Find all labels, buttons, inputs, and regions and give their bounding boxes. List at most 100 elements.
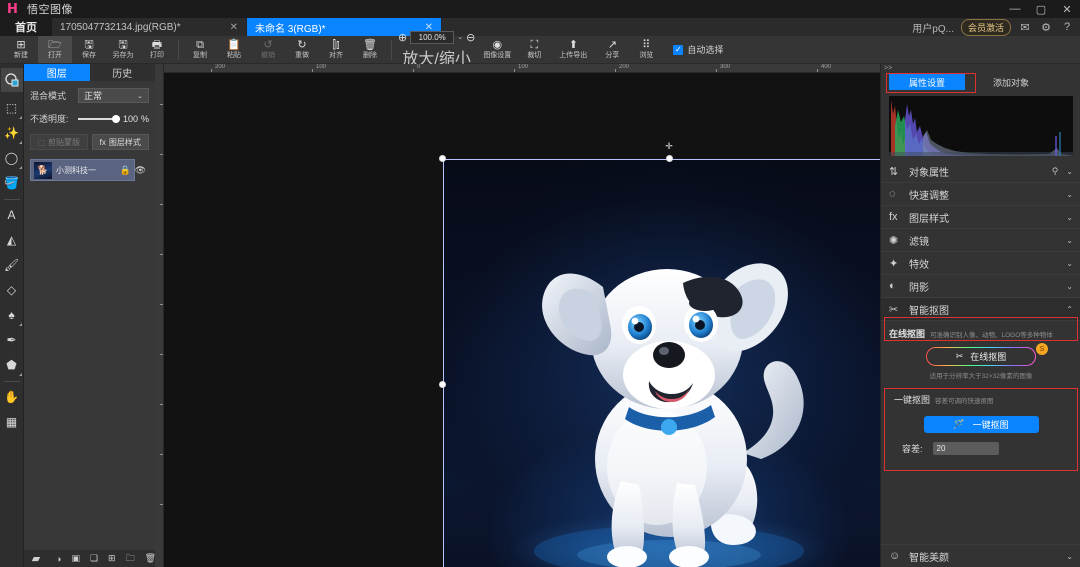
lasso-tool[interactable]: ◯ — [1, 146, 23, 170]
add-layer-icon[interactable]: ⊞ — [108, 553, 116, 564]
minimize-button[interactable]: — — [1002, 0, 1028, 18]
maximize-button[interactable]: ▢ — [1028, 0, 1054, 18]
zoom-in-icon[interactable]: ⊕ — [398, 31, 407, 44]
adjustment-layer-icon[interactable]: ◑ — [56, 554, 61, 564]
ruler-tick-label: 200 — [619, 64, 630, 70]
document-canvas[interactable]: ✛ — [439, 142, 898, 567]
trash-icon: 🗑 — [363, 38, 377, 51]
gear-icon[interactable]: ⚙ — [1039, 21, 1053, 34]
blend-mode-select[interactable]: 正常 ⌄ — [78, 88, 149, 103]
toolbar-align-button[interactable]: ⫿⫾ 对齐 — [319, 36, 353, 63]
eye-icon[interactable]: 👁 — [135, 165, 146, 176]
tool-corner-marker — [18, 116, 22, 119]
paint-bucket-tool[interactable]: 🪣 — [1, 171, 23, 195]
pen-tool[interactable]: ✒ — [1, 328, 23, 352]
magic-wand-tool[interactable]: ✨ — [1, 121, 23, 145]
accordion-shadow[interactable]: ◐ 阴影 ⌄ — [881, 275, 1080, 298]
zoom-out-icon[interactable]: ⊖ — [466, 31, 475, 44]
redo-icon: ↻ — [297, 38, 307, 51]
group-folder-icon[interactable]: 🗀 — [126, 551, 135, 567]
auto-select-toggle[interactable]: ✓ 自动选择 — [673, 43, 723, 56]
pin-icon[interactable]: ⚲ — [1052, 166, 1059, 177]
accordion-filter[interactable]: ✺ 滤镜 ⌄ — [881, 229, 1080, 252]
online-matting-button[interactable]: ✂ 在线抠图 — [926, 347, 1036, 366]
toolbar-share-button[interactable]: ↗ 分享 — [595, 36, 629, 63]
document-tab-1-label: 1705047732134.jpg(RGB)* — [60, 21, 181, 33]
properties-panel: >> 属性设置 添加对象 ⇅ 对象属性 ⚲ ⌄ ◌ 快速调整 ⌄ fx 图层样式… — [880, 64, 1080, 567]
user-name[interactable]: 用户pQ... — [912, 20, 954, 35]
toolbar-print-button[interactable]: 🖶 打印 — [140, 36, 174, 63]
tab-history[interactable]: 历史 — [90, 64, 156, 81]
accordion-smart-beauty[interactable]: ☺ 智能美颜 ⌄ — [881, 544, 1080, 567]
tab-home[interactable]: 首页 — [0, 18, 52, 36]
tolerance-input[interactable]: 20 — [932, 442, 999, 455]
accordion-layer-style[interactable]: fx 图层样式 ⌄ — [881, 206, 1080, 229]
close-button[interactable]: ✕ — [1054, 0, 1080, 18]
mask-icon[interactable]: ▣ — [71, 553, 80, 564]
resize-handle-n[interactable] — [666, 155, 673, 162]
document-tab-1[interactable]: 1705047732134.jpg(RGB)* ✕ — [52, 18, 247, 36]
list-item[interactable]: 🐕 小测科技一 🔒 — [30, 159, 135, 181]
opacity-slider-track[interactable] — [78, 114, 120, 123]
resize-handle-w[interactable] — [439, 381, 446, 388]
canvas-area[interactable]: 200 100 0 100 200 300 400 ✛ — [155, 64, 1019, 567]
toolbar-redo-button[interactable]: ↻ 重做 — [285, 36, 319, 63]
clipping-mask-button[interactable]: ⬚ 剪贴蒙版 — [30, 134, 88, 150]
opacity-slider-knob[interactable] — [111, 114, 120, 123]
toolbar-delete-button[interactable]: 🗑 删除 — [353, 36, 387, 63]
toolbar-save-as-button[interactable]: 🖫 另存为 — [106, 36, 140, 63]
clone-stamp-tool[interactable]: ♠ — [1, 303, 23, 327]
vip-activate-button[interactable]: 会员激活 — [960, 18, 1011, 36]
accordion-smart-matting[interactable]: ✂ 智能抠图 ⌃ — [881, 298, 1080, 321]
help-icon[interactable]: ? — [1060, 21, 1074, 33]
toolbar-save-button[interactable]: 🖫 保存 — [72, 36, 106, 63]
text-tool[interactable]: A — [1, 203, 23, 227]
accordion-quick-adjust[interactable]: ◌ 快速调整 ⌄ — [881, 183, 1080, 206]
toolbar-image-settings-button[interactable]: ◉ 图像设置 — [477, 36, 517, 63]
online-matting-note: 适用于分辨率大于32×32像素的图像 — [929, 373, 1033, 380]
opacity-slider[interactable]: 100 % — [78, 114, 149, 124]
layer-style-button[interactable]: fx 图层样式 — [91, 134, 149, 150]
zoom-input[interactable]: 100.0% — [410, 30, 455, 44]
toolbar-paste-button[interactable]: 📋 粘贴 — [217, 36, 251, 63]
lock-icon[interactable]: 🔒 — [120, 165, 131, 176]
brush-tool[interactable]: 🖌 — [1, 253, 23, 277]
toolbar-open-button[interactable]: 🗁 打开 — [38, 36, 72, 63]
accordion-filter-label: 滤镜 — [909, 236, 929, 248]
app-logo-icon: H — [7, 1, 18, 17]
upload-icon: ⬆ — [568, 38, 578, 51]
move-tool[interactable] — [0, 68, 23, 92]
one-key-matting-button[interactable]: 🪄 一键抠图 — [923, 416, 1039, 433]
eraser-tool[interactable]: ◇ — [1, 278, 23, 302]
tab-layers[interactable]: 图层 — [24, 64, 90, 81]
accordion-effects[interactable]: ✦ 特效 ⌄ — [881, 252, 1080, 275]
gradient-tool[interactable]: ◭ — [1, 228, 23, 252]
duplicate-layer-icon[interactable]: ❏ — [90, 553, 98, 564]
resize-handle-nw[interactable] — [439, 155, 446, 162]
tab-properties[interactable]: 属性设置 — [889, 74, 965, 90]
hand-tool[interactable]: ✋ — [1, 385, 23, 409]
transform-tool[interactable]: ▦ — [1, 410, 23, 434]
tab-add-object[interactable]: 添加对象 — [973, 74, 1049, 90]
chevron-down-icon: ⌄ — [1066, 281, 1073, 291]
toolbar-undo-button[interactable]: ↺ 撤销 — [251, 36, 285, 63]
shape-tool[interactable]: ⬟ — [1, 353, 23, 377]
auto-select-checkbox-icon[interactable]: ✓ — [673, 44, 684, 55]
mail-icon[interactable]: ✉ — [1018, 21, 1032, 34]
toolbar-upload-export-button[interactable]: ⬆ 上传导出 — [551, 36, 595, 63]
zoom-chevron-down-icon[interactable]: ⌄ — [457, 33, 463, 41]
online-matting-desc: 可准确识别人像、动物、LOGO等多种物体 — [930, 332, 1053, 339]
toolbar-save-as-label: 另存为 — [112, 51, 134, 59]
foreground-color-swatch[interactable]: ▰ — [24, 552, 48, 565]
layer-image-dog[interactable] — [443, 159, 895, 567]
toolbar-upload-export-label: 上传导出 — [559, 51, 588, 59]
marquee-select-tool[interactable]: ⬚ — [1, 96, 23, 120]
toolbar-copy-button[interactable]: ⧉ 复制 — [183, 36, 217, 63]
document-tab-1-close-icon[interactable]: ✕ — [230, 22, 238, 33]
accordion-object-properties[interactable]: ⇅ 对象属性 ⚲ ⌄ — [881, 160, 1080, 183]
rotate-handle[interactable]: ✛ — [665, 142, 674, 151]
toolbar-new-button[interactable]: ⊞ 新建 — [4, 36, 38, 63]
toolbar-crop-button[interactable]: ⛶ 裁切 — [517, 36, 551, 63]
app-window: H 悟空图像 — ▢ ✕ 首页 1705047732134.jpg(RGB)* … — [0, 0, 1080, 567]
toolbar-browse-button[interactable]: ⠿ 浏览 — [629, 36, 663, 63]
